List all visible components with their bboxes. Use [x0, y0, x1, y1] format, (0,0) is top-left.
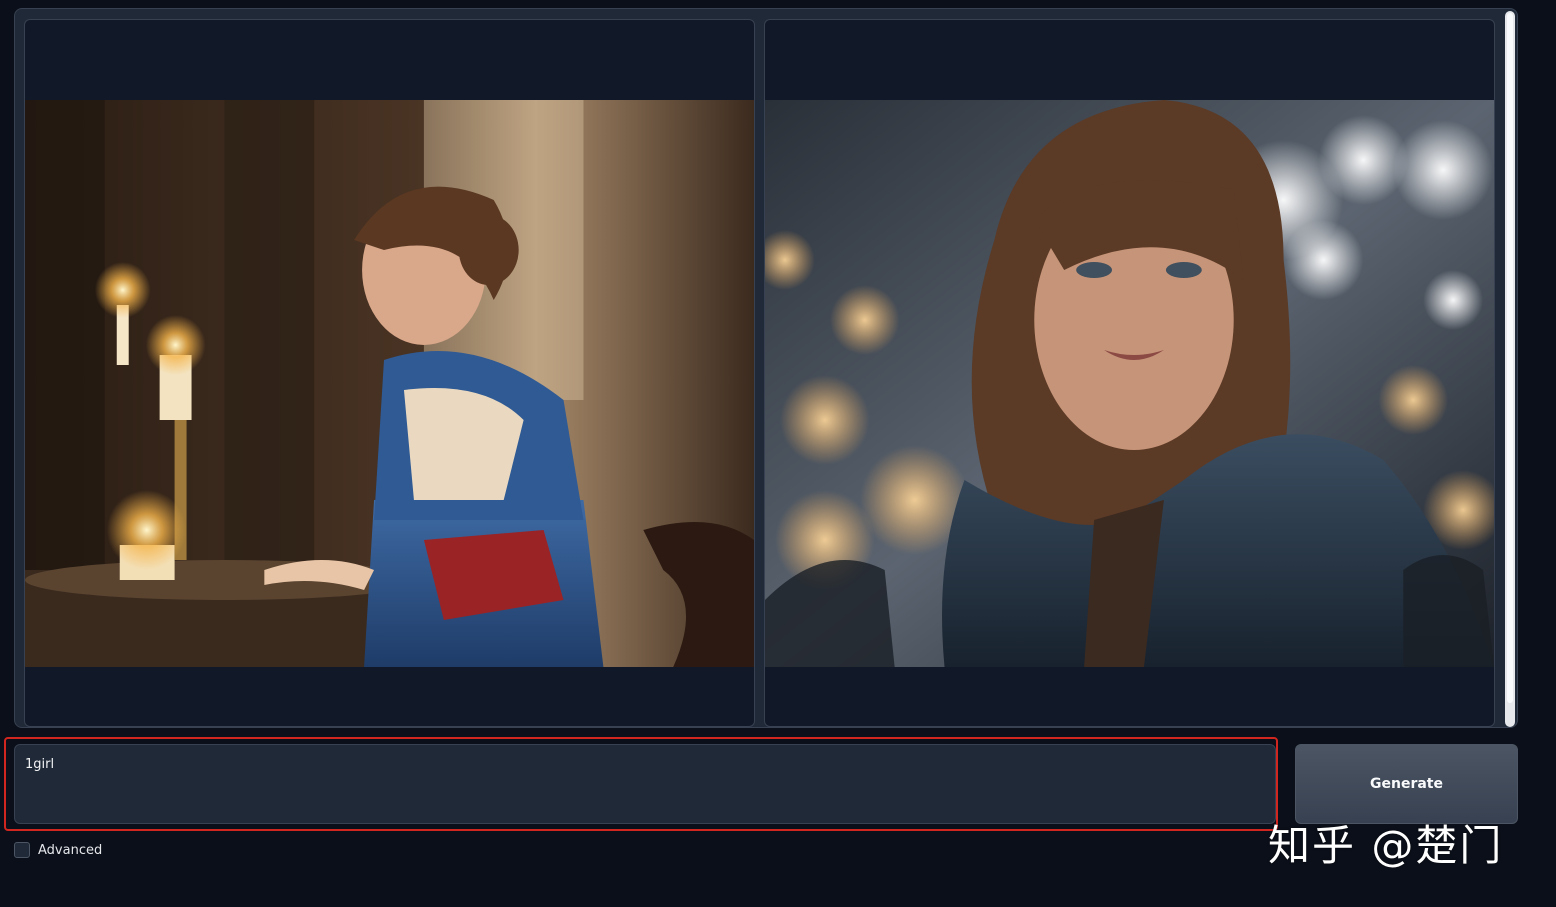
watermark-text: 知乎 @楚门 — [1268, 821, 1504, 870]
image-gallery — [14, 8, 1518, 728]
gallery-item-2[interactable] — [764, 19, 1495, 727]
scrollbar-thumb[interactable] — [1507, 13, 1513, 703]
gallery-item-1[interactable] — [24, 19, 755, 727]
prompt-input[interactable]: 1girl — [14, 744, 1276, 824]
generated-image-2[interactable] — [765, 100, 1494, 667]
gallery-scrollbar[interactable] — [1505, 11, 1515, 727]
advanced-label[interactable]: Advanced — [38, 843, 102, 858]
generated-image-1[interactable] — [25, 100, 754, 667]
advanced-checkbox[interactable] — [14, 842, 30, 858]
advanced-toggle[interactable]: Advanced — [14, 842, 102, 858]
